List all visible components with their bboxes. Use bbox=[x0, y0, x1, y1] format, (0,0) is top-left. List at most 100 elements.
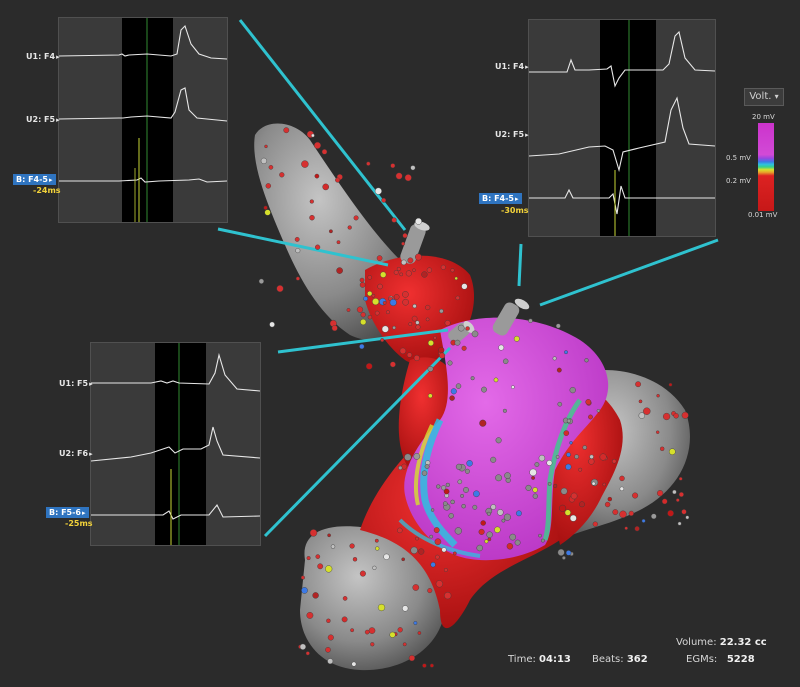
egm-point bbox=[427, 365, 434, 372]
egm-point bbox=[392, 325, 396, 330]
egm-point bbox=[457, 324, 465, 332]
egm-point bbox=[547, 482, 552, 486]
egm-point bbox=[317, 563, 324, 570]
egm-point bbox=[678, 476, 683, 481]
egm-point bbox=[321, 149, 328, 155]
egm-point bbox=[486, 511, 491, 516]
egm-point bbox=[490, 456, 497, 463]
egm-point bbox=[455, 463, 462, 470]
egm-point bbox=[490, 504, 497, 510]
egm-point bbox=[504, 472, 511, 479]
egm-point bbox=[672, 489, 677, 495]
egm-point bbox=[552, 356, 557, 361]
time-stat: Time: 04:13 bbox=[508, 654, 571, 665]
egm-point bbox=[478, 528, 485, 535]
egm-point bbox=[314, 173, 320, 179]
egm-point bbox=[402, 291, 409, 298]
egm-point bbox=[444, 320, 451, 326]
egm-point bbox=[372, 565, 377, 570]
egm-point bbox=[439, 308, 444, 314]
egm-point bbox=[668, 382, 673, 387]
egm-point bbox=[356, 306, 364, 313]
egm-point bbox=[404, 453, 412, 461]
egm-panel-2[interactable] bbox=[528, 19, 716, 237]
egm-point bbox=[377, 603, 386, 612]
beats-stat: Beats: 362 bbox=[592, 654, 648, 665]
egm-point bbox=[564, 350, 568, 355]
egm-point bbox=[309, 199, 314, 204]
egm-point bbox=[434, 538, 442, 546]
egm-point bbox=[656, 490, 664, 497]
voltage-color-bar bbox=[758, 123, 774, 211]
egm-point bbox=[430, 562, 436, 568]
egm-point bbox=[268, 164, 274, 170]
egm-point bbox=[382, 301, 387, 305]
channel-label: U1: F4 bbox=[495, 62, 529, 71]
channel-label: U2: F6 bbox=[59, 449, 93, 458]
reference-label[interactable]: B: F4-5 bbox=[13, 174, 56, 185]
egm-point bbox=[553, 483, 558, 488]
egm-point bbox=[269, 321, 275, 328]
egm-point bbox=[438, 347, 445, 354]
egm-point bbox=[402, 642, 407, 647]
egm-point bbox=[346, 308, 351, 312]
egm-point bbox=[497, 509, 504, 516]
egm-point bbox=[435, 580, 444, 588]
egm-point bbox=[429, 534, 434, 539]
egm-point bbox=[427, 393, 433, 399]
egm-point bbox=[557, 548, 565, 556]
voltage-scale-dropdown[interactable]: Volt. ▾ bbox=[744, 88, 784, 106]
egm-point bbox=[494, 526, 501, 533]
egm-point bbox=[359, 277, 365, 283]
egm-point bbox=[331, 325, 338, 332]
reference-label[interactable]: B: F4-5 bbox=[479, 193, 522, 204]
lat-value: -30ms bbox=[501, 206, 529, 215]
egm-point bbox=[397, 627, 403, 633]
egm-point bbox=[415, 320, 420, 325]
egm-point bbox=[503, 513, 511, 521]
egm-point bbox=[556, 367, 562, 373]
egm-point bbox=[413, 621, 418, 625]
egm-point bbox=[484, 539, 489, 544]
egm-point bbox=[359, 343, 365, 350]
egm-point bbox=[588, 414, 593, 420]
egm-point bbox=[430, 508, 435, 512]
channel-label: U1: F4 bbox=[26, 52, 60, 61]
egm-point bbox=[413, 453, 421, 460]
egm-panel-1[interactable] bbox=[58, 17, 228, 223]
egm-point bbox=[264, 144, 268, 149]
egm-point bbox=[509, 533, 517, 541]
egm-point bbox=[448, 513, 454, 519]
egm-point bbox=[395, 172, 403, 180]
egm-point bbox=[413, 355, 420, 362]
egm-point bbox=[470, 376, 475, 381]
egm-point bbox=[619, 510, 627, 518]
egm-point bbox=[347, 225, 352, 230]
egm-point bbox=[454, 276, 458, 281]
egm-point bbox=[326, 618, 331, 623]
egm-point bbox=[350, 628, 354, 633]
egm-point bbox=[433, 336, 437, 340]
egm-point bbox=[439, 352, 446, 359]
egm-point bbox=[529, 468, 537, 477]
egm-point bbox=[619, 475, 625, 482]
egm-point bbox=[377, 283, 383, 290]
egm-point bbox=[402, 233, 408, 239]
reference-label[interactable]: B: F5-6 bbox=[46, 507, 89, 518]
egm-point bbox=[305, 651, 310, 656]
egm-point bbox=[635, 381, 641, 388]
egm-panel-3[interactable] bbox=[90, 342, 261, 546]
egm-point bbox=[433, 527, 440, 533]
egm-point bbox=[569, 441, 573, 445]
egm-point bbox=[566, 418, 571, 423]
egm-point bbox=[472, 504, 478, 510]
egm-point bbox=[322, 183, 330, 191]
egm-point bbox=[555, 455, 560, 459]
egm-point bbox=[402, 605, 409, 612]
egm-point bbox=[502, 408, 507, 413]
egm-point bbox=[555, 323, 561, 329]
egm-point bbox=[309, 214, 315, 221]
egm-point bbox=[501, 518, 506, 523]
egm-point bbox=[367, 315, 373, 320]
egm-point bbox=[651, 513, 657, 520]
